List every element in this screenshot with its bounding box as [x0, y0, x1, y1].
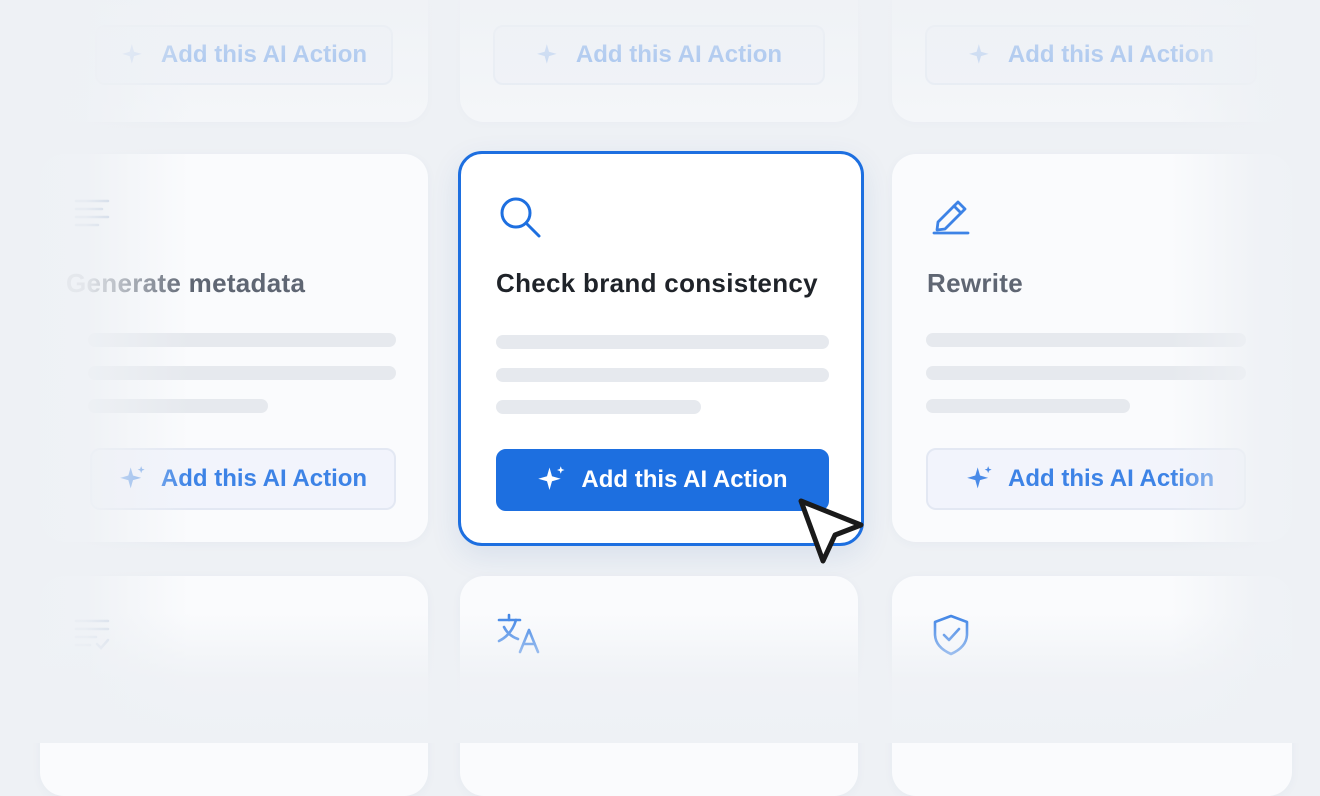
button-label: Add this AI Action — [1008, 465, 1215, 492]
add-ai-action-button[interactable]: Add this AI Action — [95, 25, 393, 85]
search-icon — [497, 194, 543, 240]
button-label: Add this AI Action — [575, 41, 783, 68]
sparkle-icon — [120, 466, 145, 489]
placeholder-line — [496, 368, 829, 382]
add-ai-action-button[interactable]: Add this AI Action — [493, 25, 825, 85]
shield-check-icon — [930, 612, 972, 658]
placeholder-line — [926, 399, 1130, 413]
action-card-bottom-right — [892, 576, 1292, 796]
action-card-bottom-middle — [460, 576, 858, 796]
placeholder-line — [926, 366, 1246, 380]
sparkle-icon — [967, 466, 992, 489]
button-label: Add this AI Action — [581, 466, 788, 493]
action-card-check-brand-consistency[interactable]: Check brand consistency Add this AI Acti… — [458, 151, 864, 546]
button-label: Add this AI Action — [160, 465, 368, 492]
placeholder-line — [88, 399, 268, 413]
add-ai-action-button[interactable]: Add this AI Action — [925, 25, 1257, 85]
button-label: Add this AI Action — [160, 41, 368, 68]
action-card-rewrite: Rewrite Add this AI Action — [892, 154, 1292, 542]
translate-icon — [496, 612, 544, 656]
pencil-icon — [930, 192, 974, 236]
sparkle-icon — [968, 44, 989, 64]
sparkle-icon — [536, 44, 557, 64]
sparkle-icon — [538, 466, 565, 490]
checklist-icon — [72, 616, 112, 652]
placeholder-line — [496, 335, 829, 349]
placeholder-line — [926, 333, 1246, 347]
card-title: Check brand consistency — [496, 268, 818, 298]
action-card-top-middle: Add this AI Action — [460, 0, 858, 122]
card-title: Generate metadata — [66, 268, 306, 298]
add-ai-action-button[interactable]: Add this AI Action — [496, 449, 829, 511]
mouse-pointer-icon — [795, 495, 867, 576]
sparkle-icon — [121, 44, 142, 64]
action-card-bottom-left — [40, 576, 428, 796]
placeholder-line — [88, 366, 396, 380]
action-card-top-right: Add this AI Action — [892, 0, 1292, 122]
action-card-generate-metadata: Generate metadata Add this AI Action — [40, 154, 428, 542]
action-card-top-left: Add this AI Action — [40, 0, 428, 122]
lines-icon — [72, 196, 112, 230]
placeholder-line — [88, 333, 396, 347]
add-ai-action-button[interactable]: Add this AI Action — [90, 448, 396, 510]
placeholder-line — [496, 400, 701, 414]
card-title: Rewrite — [927, 268, 1024, 298]
button-label: Add this AI Action — [1007, 41, 1215, 68]
add-ai-action-button[interactable]: Add this AI Action — [926, 448, 1246, 510]
